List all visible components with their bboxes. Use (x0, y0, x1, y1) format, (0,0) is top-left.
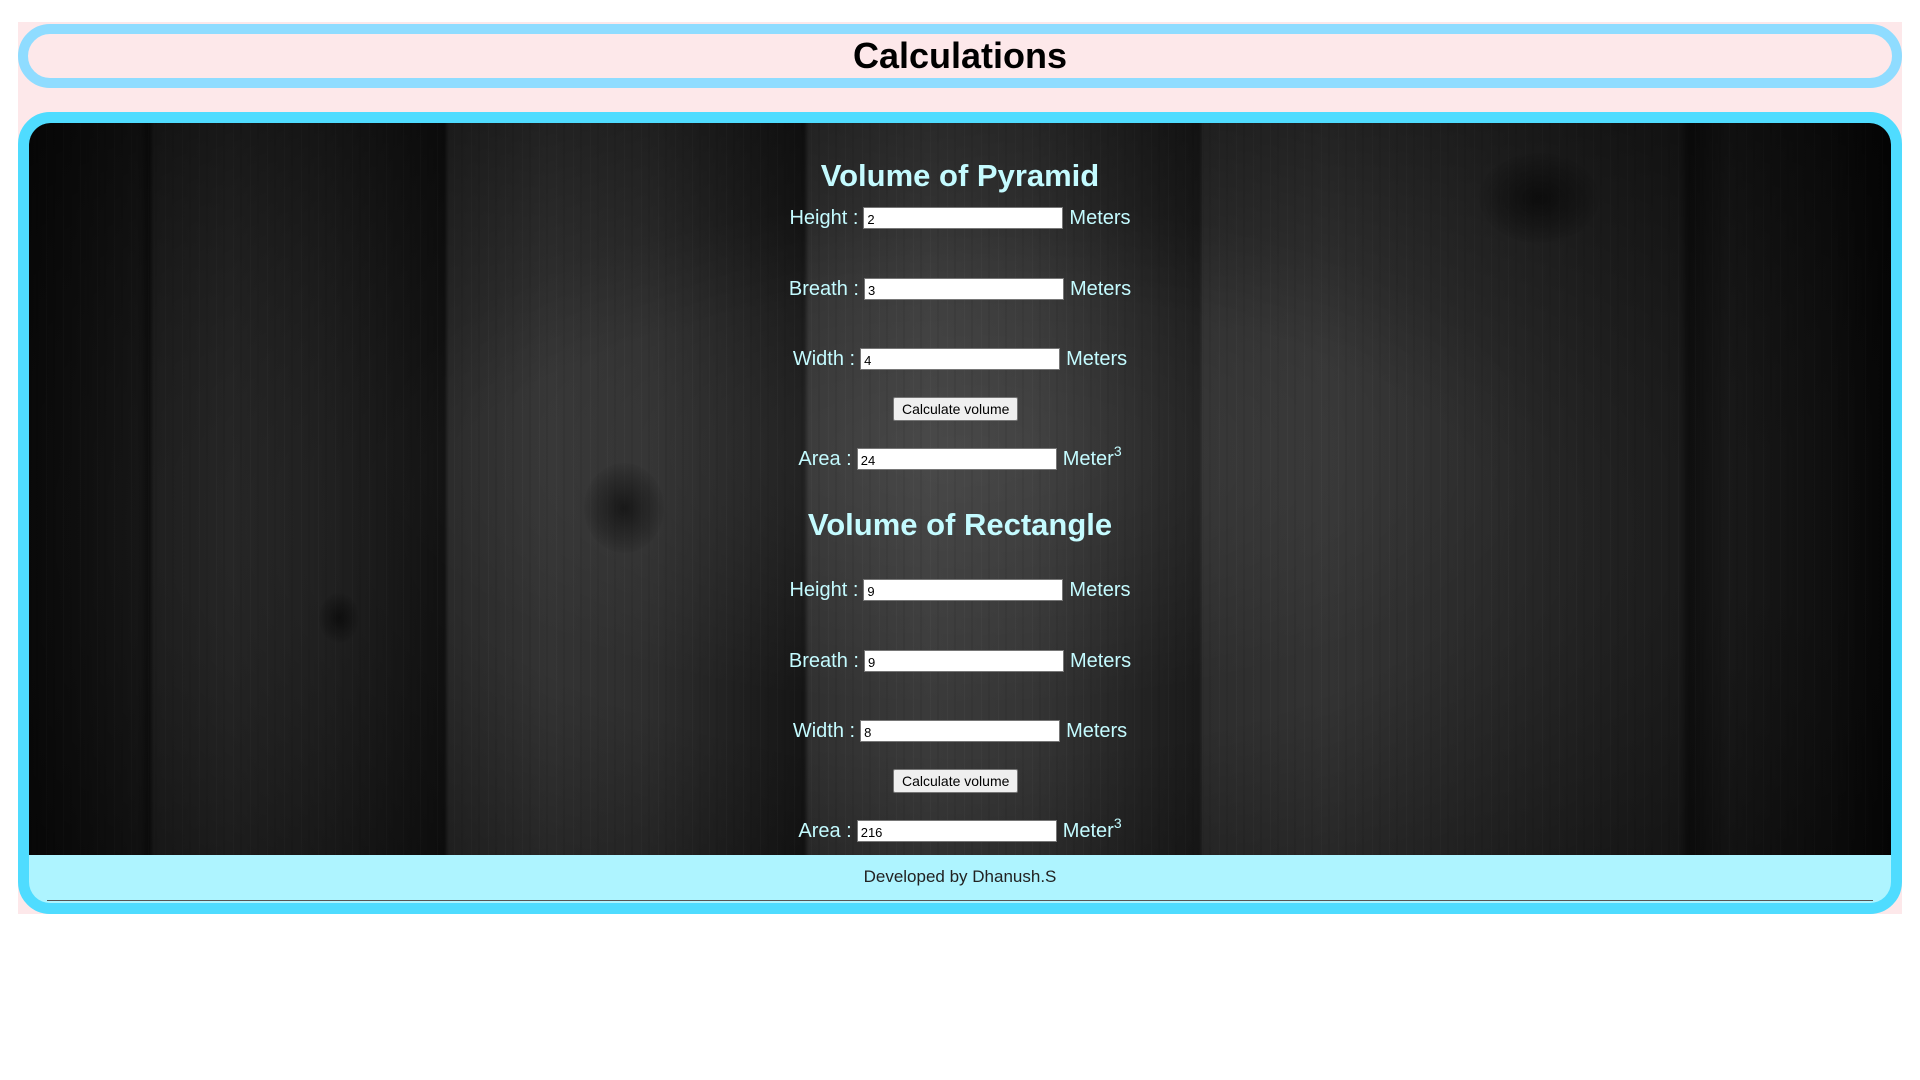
rectangle-breath-unit: Meters (1069, 650, 1132, 672)
rectangle-breath-input[interactable] (863, 650, 1064, 672)
rectangle-area-unit: Meter (1062, 820, 1114, 842)
pyramid-area-input[interactable] (856, 448, 1057, 470)
pyramid-calculate-button[interactable]: Calculate volume (893, 397, 1019, 421)
pyramid-area-row: Area : Meter3 (29, 444, 1891, 470)
rectangle-height-input[interactable] (863, 579, 1064, 601)
footer: Developed by Dhanush.S (29, 855, 1891, 903)
rectangle-area-row: Area : Meter3 (29, 816, 1891, 842)
rectangle-calculate-button[interactable]: Calculate volume (893, 769, 1019, 793)
pyramid-width-label: Width : (792, 348, 856, 370)
rectangle-area-input[interactable] (856, 820, 1057, 842)
rectangle-width-unit: Meters (1066, 720, 1128, 742)
rectangle-width-label: Width : (792, 720, 856, 742)
pyramid-width-row: Width : Meters (29, 348, 1891, 370)
pyramid-width-input[interactable] (860, 348, 1061, 370)
rectangle-title: Volume of Rectangle (807, 507, 1113, 542)
pyramid-width-unit: Meters (1066, 348, 1128, 370)
calculator-content: Volume of Pyramid Height : Meters Breath… (29, 123, 1891, 855)
pyramid-breath-row: Breath : Meters (29, 278, 1891, 300)
pyramid-breath-label: Breath : (788, 278, 859, 300)
pyramid-breath-input[interactable] (863, 278, 1064, 300)
pyramid-area-unit-exponent: 3 (1113, 443, 1122, 459)
rectangle-height-row: Height : Meters (29, 579, 1891, 601)
pyramid-area-unit: Meter (1062, 448, 1114, 470)
page-title: Calculations (852, 35, 1068, 76)
pyramid-height-row: Height : Meters (29, 207, 1891, 229)
header-bar: Calculations (18, 24, 1902, 88)
pyramid-height-unit: Meters (1069, 207, 1131, 229)
pyramid-breath-unit: Meters (1069, 278, 1132, 300)
rectangle-height-unit: Meters (1069, 579, 1131, 601)
rectangle-breath-label: Breath : (788, 650, 859, 672)
rectangle-area-label: Area : (798, 820, 852, 842)
pyramid-title: Volume of Pyramid (820, 158, 1100, 193)
calculator-panel: Volume of Pyramid Height : Meters Breath… (18, 112, 1902, 914)
rectangle-area-unit-exponent: 3 (1113, 815, 1122, 831)
footer-credit: Developed by Dhanush.S (863, 867, 1057, 886)
pyramid-area-label: Area : (798, 448, 852, 470)
pyramid-height-input[interactable] (863, 207, 1064, 229)
rectangle-width-row: Width : Meters (29, 720, 1891, 742)
footer-divider (47, 900, 1873, 901)
pyramid-height-label: Height : (789, 207, 859, 229)
rectangle-width-input[interactable] (860, 720, 1061, 742)
rectangle-height-label: Height : (789, 579, 859, 601)
rectangle-breath-row: Breath : Meters (29, 650, 1891, 672)
